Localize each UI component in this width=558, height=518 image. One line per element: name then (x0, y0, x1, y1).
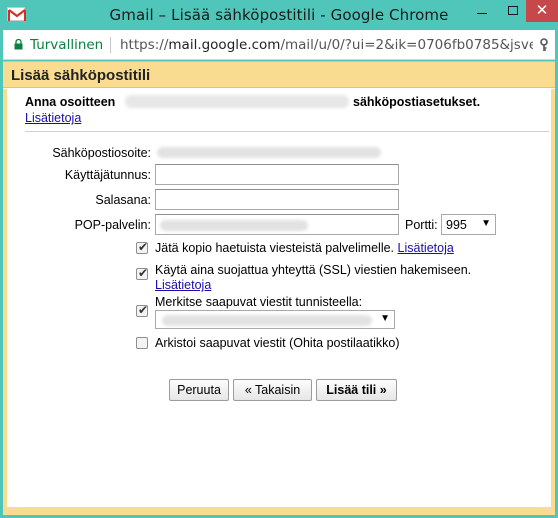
ssl-checkbox[interactable]: ✔ (136, 266, 149, 280)
label-select[interactable]: ▼ (155, 310, 395, 329)
port-select[interactable]: 995 ▼ (441, 214, 496, 235)
url-path: /mail/u/0/?ui=2&ik=0706fb0785&jsver... (280, 37, 533, 53)
key-icon[interactable] (539, 38, 549, 52)
ssl-label: Käytä aina suojattua yhteyttä (SSL) vies… (155, 263, 472, 277)
archive-label: Arkistoi saapuvat viestit (Ohita postila… (155, 336, 400, 350)
checkmark-icon: ✔ (138, 266, 149, 280)
dialog-bottom-border (3, 507, 555, 515)
close-button[interactable]: ✕ (526, 0, 558, 22)
page-title: Lisää sähköpostitili (11, 67, 151, 84)
username-input[interactable] (155, 164, 399, 185)
redacted-pop-server (160, 220, 308, 231)
username-label: Käyttäjätunnus: (64, 168, 151, 182)
maximize-icon (508, 6, 518, 15)
back-button[interactable]: « Takaisin (233, 379, 312, 401)
ssl-learn-more-link[interactable]: Lisätietoja (155, 278, 211, 292)
chevron-down-icon: ▼ (481, 218, 491, 229)
intro-text: Anna osoitteen (25, 95, 116, 109)
port-value: 995 (446, 218, 467, 232)
password-input[interactable] (155, 189, 399, 210)
dialog-header: Lisää sähköpostitili (3, 61, 555, 88)
add-account-button[interactable]: Lisää tili » (316, 379, 397, 401)
url-field[interactable]: https://mail.google.com/mail/u/0/?ui=2&i… (120, 37, 533, 53)
label-incoming-label: Merkitse saapuvat viestit tunnisteella: (155, 295, 363, 309)
address-bar[interactable]: Turvallinen https://mail.google.com/mail… (3, 30, 555, 60)
lock-icon (14, 39, 23, 50)
label-incoming-checkbox[interactable]: ✔ (136, 303, 149, 317)
url-scheme: https:// (120, 37, 169, 53)
intro-text-end: sähköpostiasetukset. (353, 95, 481, 109)
address-separator (110, 37, 111, 53)
add-account-page: Lisää sähköpostitili Anna osoitteen sähk… (3, 61, 555, 515)
leave-copy-checkbox[interactable]: ✔ (136, 240, 149, 254)
minimize-button[interactable] (466, 0, 498, 22)
checkmark-icon: ✔ (138, 240, 149, 254)
leave-copy-option: Jätä kopio haetuista viesteistä palvelim… (155, 241, 454, 255)
learn-more-link[interactable]: Lisätietoja (25, 111, 81, 125)
redacted-label-value (162, 315, 372, 326)
minimize-icon (477, 13, 487, 14)
pop-server-label: POP-palvelin: (74, 218, 151, 232)
leave-copy-label: Jätä kopio haetuista viesteistä palvelim… (155, 241, 395, 255)
maximize-button[interactable] (497, 0, 529, 22)
url-host: mail.google.com (168, 37, 281, 53)
title-bar[interactable]: Gmail – Lisää sähköpostitili - Google Ch… (0, 0, 558, 30)
archive-checkbox[interactable] (136, 337, 148, 349)
port-label: Portti: (405, 218, 438, 232)
secure-label: Turvallinen (30, 37, 104, 53)
password-label: Salasana: (95, 193, 151, 207)
redacted-email (125, 95, 349, 108)
leave-copy-learn-more-link[interactable]: Lisätietoja (398, 241, 454, 255)
pop-server-input[interactable] (155, 214, 399, 235)
browser-window: Gmail – Lisää sähköpostitili - Google Ch… (0, 0, 558, 518)
dialog-content: Anna osoitteen sähköpostiasetukset. Lisä… (3, 89, 555, 515)
email-label: Sähköpostiosoite: (52, 146, 151, 160)
checkmark-icon: ✔ (138, 303, 149, 317)
divider (25, 131, 549, 132)
close-icon: ✕ (535, 1, 549, 19)
cancel-button[interactable]: Peruuta (169, 379, 229, 401)
chevron-down-icon: ▼ (380, 313, 390, 324)
redacted-email-value (157, 147, 381, 158)
